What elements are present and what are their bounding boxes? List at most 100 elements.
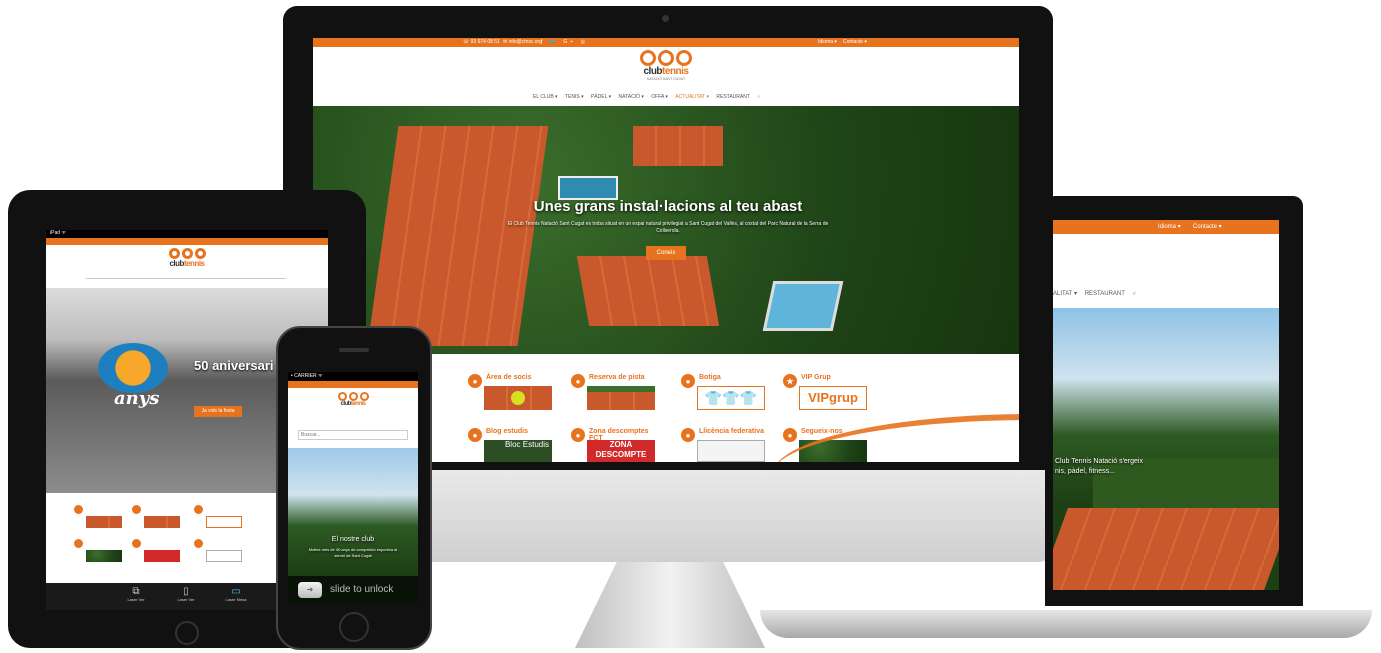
fifty-years-logo [98,343,168,393]
tile-icon-6: ● [571,428,585,442]
tablet-tile[interactable] [194,539,244,565]
phone-screen: • CARRIER ᯤ clubtennis El nostre club Mo… [288,372,418,604]
tile-label-5: Blog estudis [486,428,529,435]
laptop-hero: Club Tennis Natació s'ergeix nis, pàdel,… [1053,308,1279,590]
dock-label-2: Laser Ver [177,597,195,602]
nav-offa[interactable]: OFFA ▾ [651,94,668,100]
laptop-hero-text-2: nis, pàdel, fitness... [1055,468,1115,475]
tile-icon-8: ● [783,428,797,442]
imac-camera [662,15,669,22]
tennis-ball-icon [484,386,552,410]
tablet-topbar [46,238,328,245]
laptop-nav: ALITAT ▾ RESTAURANT ⌕ [1053,290,1279,298]
tile-icon-1: ● [468,374,482,388]
phone-logo[interactable]: clubtennis [332,392,374,407]
blog-thumb: Bloc Estudis [484,440,552,462]
search-icon[interactable]: ⌕ [757,94,760,100]
tablet-tile[interactable] [132,539,182,565]
license-icon [697,440,765,462]
phone-logo-word2: tennis [350,401,366,407]
tile-label-7: Llicència federativa [699,428,764,435]
logo-subtitle: NATACIÓ SANT CUGAT [646,77,686,81]
phone-home-button[interactable] [339,612,369,642]
email-text[interactable]: ✉ info@ctnsc.org [503,38,542,47]
dock-item-3[interactable]: ▭ Laser Mesa [216,586,256,602]
logo-word2: tennis [662,66,689,77]
calendar-icon [587,386,655,410]
phone-statusbar: • CARRIER ᯤ [288,372,418,381]
laptop-language[interactable]: Idioma ▾ [1158,220,1181,234]
tablet-hero-title: 50 aniversari [194,358,274,373]
hero-title: Unes grans instal·lacions al teu abast [533,198,803,215]
social-icons[interactable]: f 🐦 G+ ◎ [541,38,588,47]
tile-label-2: Reserva de pista [589,374,645,381]
laptop-clay-court [1053,508,1279,590]
blue-court [558,176,618,200]
orange-swoosh [773,414,1019,462]
tablet-tile[interactable] [74,505,124,531]
logo-word1: club [643,66,663,77]
imac-topbar: ☏ 93 674 08 51 ✉ info@ctnsc.org f 🐦 G+ ◎… [313,38,1019,47]
language-link[interactable]: Idioma ▾ [818,38,837,47]
tile-icon-3: ● [681,374,695,388]
tablet-tile[interactable] [74,539,124,565]
vip-brand: VIPgrup [799,386,867,410]
dock-label-1: Laser Ver [127,597,145,602]
phone-speaker [339,348,369,352]
laptop-topbar: Idioma ▾ Contacte ▾ [1053,220,1279,234]
laptop-search-icon[interactable]: ⌕ [1133,291,1136,297]
unlock-text: slide to unlock [330,584,394,595]
unlock-slider-knob[interactable]: ➜ [298,582,322,598]
phone-topbar [288,381,418,388]
clay-courts-left [367,126,549,346]
tablet-statusbar: iPad ᯤ [46,230,328,238]
tile-icon-4: ★ [783,374,797,388]
tile-icon-2: ● [571,374,585,388]
tablet-home-button[interactable] [175,621,199,645]
imac-stand [575,562,765,648]
imac-nav: EL CLUB ▾ TENIS ▾ PÀDEL ▾ NATACIÓ ▾ OFFA… [533,94,833,100]
phone-unlock-bar[interactable]: ➜ slide to unlock [288,576,418,604]
tile-label-3: Botiga [699,374,721,381]
dock-item-2[interactable]: ▯ Laser Ver [166,586,206,602]
pool [762,281,844,331]
contact-link[interactable]: Contacte ▾ [843,38,867,47]
tile-icon-7: ● [681,428,695,442]
laptop-screen: Idioma ▾ Contacte ▾ ALITAT ▾ RESTAURANT … [1053,220,1279,590]
laptop-contact[interactable]: Contacte ▾ [1193,220,1222,234]
tablet-logo[interactable]: clubtennis [161,248,213,268]
imac-hero: Unes grans instal·lacions al teu abast E… [313,106,1019,354]
hero-button[interactable]: Coneix [646,246,686,260]
nav-tenis[interactable]: TENIS ▾ [565,94,584,100]
fifty-years-logo-text: anys [114,388,160,409]
nav-actualitat[interactable]: ACTUALITAT ▾ [675,94,709,100]
tablet-nav[interactable] [86,278,286,282]
dock-item-1[interactable]: ⧉ Laser Ver [116,586,156,602]
phone-hero-title: El nostre club [331,536,375,543]
phone-text[interactable]: ☏ 93 674 08 51 [463,38,500,47]
laptop-nav-restaurant[interactable]: RESTAURANT [1085,291,1125,297]
hero-text: El Club Tennis Natació Sant Cugat es tro… [507,221,829,234]
tile-label-1: Àrea de socis [486,374,532,381]
tablet-tile[interactable] [194,505,244,531]
clay-courts-center [576,256,720,326]
dock-label-3: Laser Mesa [225,597,247,602]
tile-label-4: VIP Grup [801,374,831,381]
laptop-hero-text-1: Club Tennis Natació s'ergeix [1055,458,1143,465]
nav-el-club[interactable]: EL CLUB ▾ [533,94,558,100]
discount-thumb: ZONA DESCOMPTE [587,440,655,462]
nav-padel[interactable]: PÀDEL ▾ [591,94,611,100]
phone-search-input[interactable] [298,430,408,440]
clay-courts-right [633,126,723,166]
tablet-hero-button[interactable]: Ja vols la festa [194,406,242,417]
imac-logo[interactable]: clubtennis NATACIÓ SANT CUGAT [631,50,701,81]
nav-restaurant[interactable]: RESTAURANT [716,94,750,100]
tile-icon-5: ● [468,428,482,442]
laptop-base [760,610,1372,638]
shop-icon: 👕👕👕 [697,386,765,410]
phone-logo-word1: club [340,401,351,407]
laptop-nav-actualitat[interactable]: ALITAT ▾ [1053,290,1077,297]
tablet-tile[interactable] [132,505,182,531]
nav-natacio[interactable]: NATACIÓ ▾ [618,94,643,100]
phone-hero-text: Moltes més de 40 anys de competició espo… [308,547,398,558]
